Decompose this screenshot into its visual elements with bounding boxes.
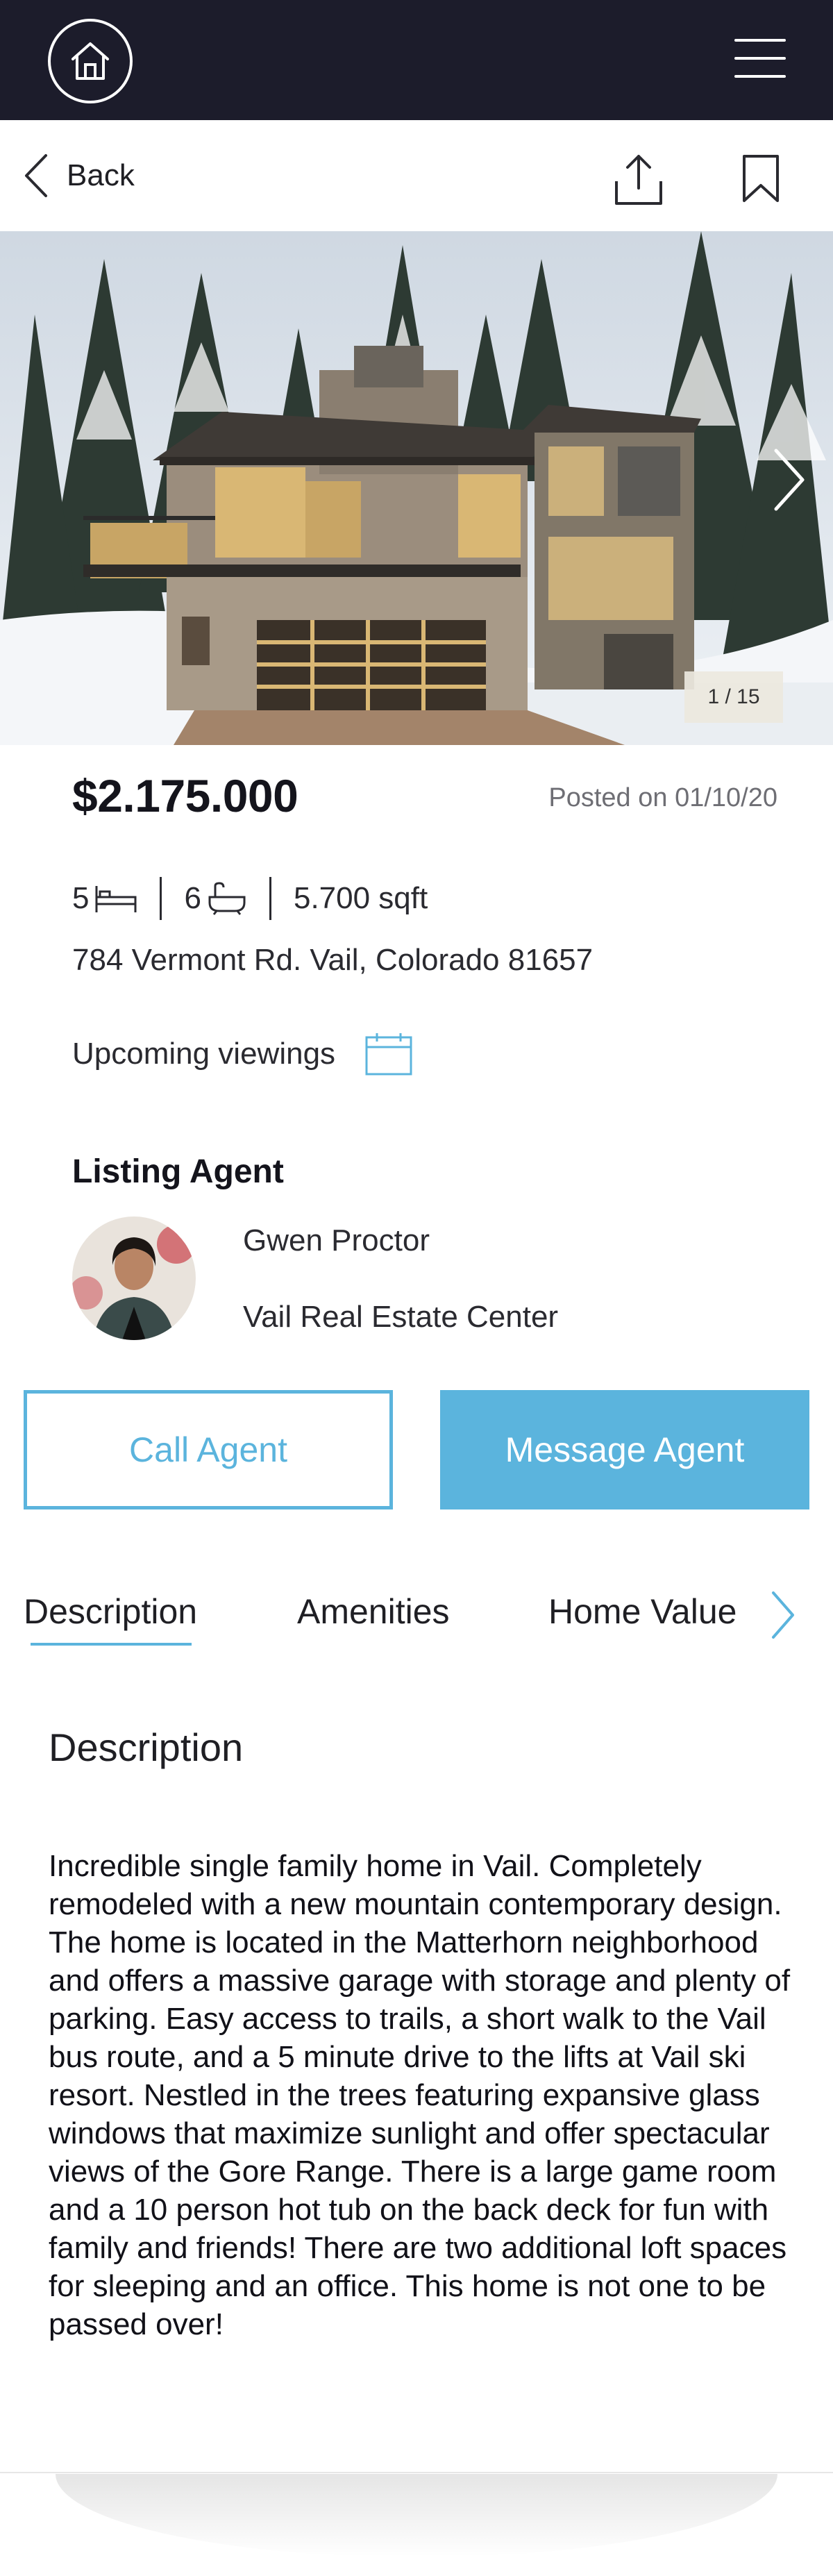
call-agent-button[interactable]: Call Agent <box>24 1390 393 1509</box>
listing-stats: 5 6 5.700 sqft <box>72 876 428 921</box>
bookmark-icon[interactable] <box>740 153 782 203</box>
divider <box>0 2472 833 2473</box>
stats-divider <box>269 877 271 920</box>
baths-count: 6 <box>184 881 201 915</box>
beds-count: 5 <box>72 881 90 915</box>
tab-home-value[interactable]: Home Value <box>548 1591 737 1632</box>
agent-office: Vail Real Estate Center <box>243 1300 559 1334</box>
home-icon <box>71 42 109 80</box>
property-address: 784 Vermont Rd. Vail, Colorado 81657 <box>72 943 594 977</box>
back-label: Back <box>67 158 135 192</box>
bed-icon <box>95 886 137 912</box>
avatar <box>72 1216 196 1340</box>
navigation-bar: Back <box>0 120 833 231</box>
active-tab-indicator <box>31 1643 192 1646</box>
posted-date: Posted on 01/10/20 <box>548 783 777 812</box>
photo-counter: 1 / 15 <box>684 671 783 723</box>
tab-amenities[interactable]: Amenities <box>297 1591 450 1632</box>
chevron-left-icon <box>25 154 47 197</box>
property-photo[interactable]: 1 / 15 <box>0 231 833 745</box>
calendar-icon[interactable] <box>364 1032 413 1076</box>
hamburger-menu-icon[interactable] <box>734 39 786 78</box>
agent-name: Gwen Proctor <box>243 1223 430 1257</box>
message-agent-button[interactable]: Message Agent <box>440 1390 809 1509</box>
upcoming-viewings-link[interactable]: Upcoming viewings <box>72 1032 413 1076</box>
tab-description[interactable]: Description <box>24 1591 197 1632</box>
listing-price: $2.175.000 <box>72 770 298 821</box>
stats-divider <box>160 877 162 920</box>
share-icon[interactable] <box>611 152 666 208</box>
bottom-shadow <box>56 2474 777 2557</box>
description-title: Description <box>49 1725 244 1769</box>
home-button[interactable] <box>48 19 133 103</box>
square-footage: 5.700 sqft <box>293 881 428 915</box>
description-body: Incredible single family home in Vail. C… <box>49 1849 791 2341</box>
chevron-right-icon[interactable] <box>769 1590 797 1640</box>
bathtub-icon <box>208 882 246 915</box>
upcoming-viewings-label: Upcoming viewings <box>72 1037 336 1071</box>
house-photo <box>0 231 833 745</box>
back-button[interactable]: Back <box>21 154 135 197</box>
chevron-right-icon[interactable] <box>769 446 808 513</box>
listing-agent-heading: Listing Agent <box>72 1153 284 1190</box>
top-bar <box>0 0 833 120</box>
